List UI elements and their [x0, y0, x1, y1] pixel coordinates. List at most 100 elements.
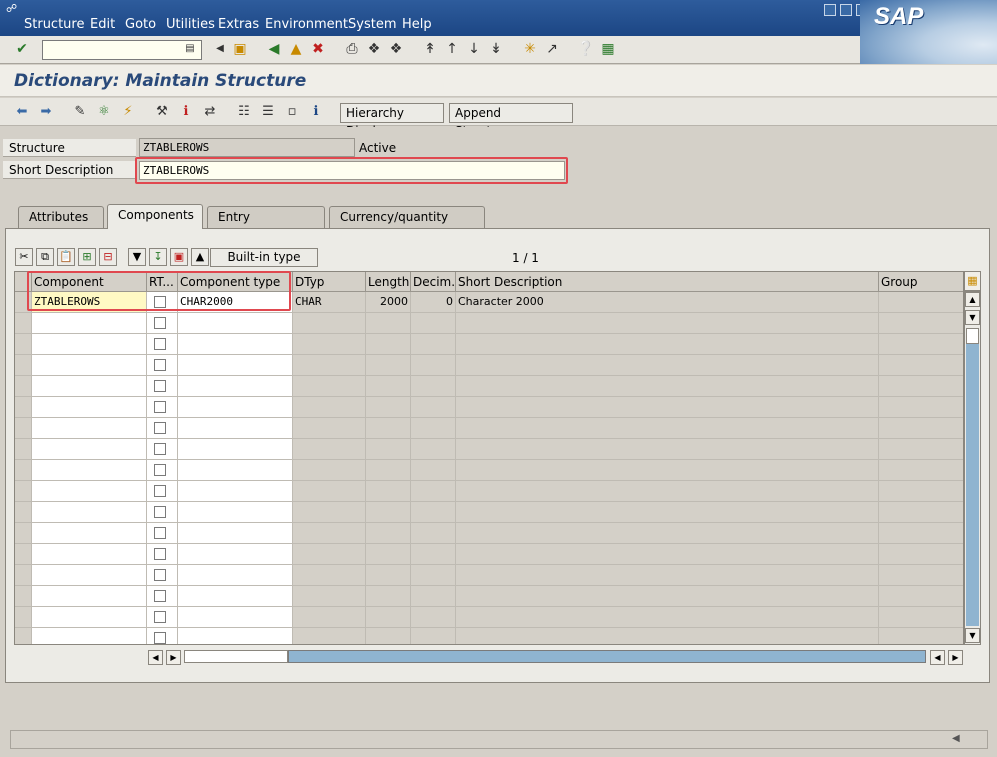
cell-component[interactable]: [32, 565, 147, 586]
scroll-thumb[interactable]: [966, 328, 979, 344]
structure-icon[interactable]: ☰: [258, 102, 278, 122]
tab-attributes[interactable]: Attributes: [18, 206, 104, 228]
cell-component[interactable]: [32, 439, 147, 460]
check-icon[interactable]: ⚛: [94, 102, 114, 122]
command-field[interactable]: [42, 40, 202, 60]
menu-structure[interactable]: Structure: [24, 17, 84, 32]
object-list-icon[interactable]: ℹ: [176, 102, 196, 122]
menu-goto[interactable]: Goto: [125, 17, 156, 32]
cell-component[interactable]: [32, 607, 147, 628]
cell-component-type[interactable]: [178, 418, 293, 439]
cell-component-type[interactable]: [178, 607, 293, 628]
row-selector[interactable]: [15, 355, 32, 376]
enter-icon[interactable]: ✔: [12, 39, 32, 59]
rt-checkbox[interactable]: [154, 506, 166, 518]
scroll-up-button[interactable]: ▲: [965, 292, 980, 307]
rt-checkbox[interactable]: [154, 590, 166, 602]
expand-structure-icon[interactable]: ▣: [170, 248, 188, 266]
column-header-decimals[interactable]: Decim...: [411, 272, 456, 292]
tab-currency-quantity-fields[interactable]: Currency/quantity fields: [329, 206, 485, 244]
built-in-type-button[interactable]: Built-in type: [210, 248, 318, 267]
row-selector[interactable]: [15, 418, 32, 439]
find-icon[interactable]: ❖: [364, 39, 384, 59]
delete-row-icon[interactable]: ⊟: [99, 248, 117, 266]
column-header-short-description[interactable]: Short Description: [456, 272, 879, 292]
row-selector[interactable]: [15, 460, 32, 481]
column-header-dtyp[interactable]: DTyp: [293, 272, 366, 292]
layout-menu-icon[interactable]: ▦: [598, 39, 618, 59]
row-selector[interactable]: [15, 397, 32, 418]
hierarchy-icon[interactable]: ☷: [234, 102, 254, 122]
menu-utilities[interactable]: Utilities: [166, 17, 215, 32]
cell-component[interactable]: [32, 523, 147, 544]
row-selector[interactable]: [15, 313, 32, 334]
include-structure-icon[interactable]: ↧: [149, 248, 167, 266]
hierarchy-display-button[interactable]: Hierarchy Display: [340, 103, 444, 138]
exit-icon[interactable]: ▲: [286, 39, 306, 59]
where-used-icon[interactable]: ⚒: [152, 102, 172, 122]
column-header-group[interactable]: Group: [879, 272, 963, 292]
info-icon[interactable]: ℹ: [306, 102, 326, 122]
cell-component[interactable]: [32, 628, 147, 644]
next-page-icon[interactable]: ↓: [464, 39, 484, 59]
cell-component-type[interactable]: [178, 334, 293, 355]
rt-checkbox[interactable]: [154, 485, 166, 497]
cell-component-type[interactable]: [178, 586, 293, 607]
cell-component-type[interactable]: [178, 439, 293, 460]
vertical-scrollbar[interactable]: ▲ ▼ ▼: [964, 291, 981, 645]
row-selector[interactable]: [15, 565, 32, 586]
save-icon[interactable]: ▣: [230, 39, 250, 59]
cell-component-type[interactable]: [178, 502, 293, 523]
window-menu-icon[interactable]: ☍: [6, 2, 17, 15]
hscroll-thumb[interactable]: [184, 650, 288, 663]
tab-components[interactable]: Components: [107, 204, 203, 229]
minimize-button[interactable]: [824, 4, 836, 16]
cell-component-type[interactable]: [178, 544, 293, 565]
paste-icon[interactable]: 📋: [57, 248, 75, 266]
tab-entry-help-check[interactable]: Entry help/check: [207, 206, 325, 244]
menu-help[interactable]: Help: [402, 17, 432, 32]
maximize-button[interactable]: [840, 4, 852, 16]
nav-back-small-icon[interactable]: ◀: [210, 39, 230, 59]
scroll-down-button[interactable]: ▼: [965, 628, 980, 643]
cell-component-type[interactable]: [178, 313, 293, 334]
last-page-icon[interactable]: ↡: [486, 39, 506, 59]
hscroll-track[interactable]: [288, 650, 926, 663]
hscroll-left-button-2[interactable]: ◀: [930, 650, 945, 665]
row-selector[interactable]: [15, 586, 32, 607]
cell-component-type[interactable]: [178, 523, 293, 544]
previous-page-icon[interactable]: ↑: [442, 39, 462, 59]
cell-component[interactable]: [32, 481, 147, 502]
window-icon[interactable]: ▫: [282, 102, 302, 122]
cell-component-type[interactable]: [178, 460, 293, 481]
menu-environment[interactable]: Environment: [265, 17, 348, 32]
rt-checkbox[interactable]: [154, 464, 166, 476]
cut-icon[interactable]: ✂: [15, 248, 33, 266]
filter-icon[interactable]: ▼: [128, 248, 146, 266]
create-session-icon[interactable]: ✳: [520, 39, 540, 59]
rt-checkbox[interactable]: [154, 317, 166, 329]
row-selector[interactable]: [15, 628, 32, 644]
cell-component[interactable]: [32, 397, 147, 418]
cell-component[interactable]: [32, 418, 147, 439]
back-icon[interactable]: ◀: [264, 39, 284, 59]
first-page-icon[interactable]: ↟: [420, 39, 440, 59]
row-selector[interactable]: [15, 544, 32, 565]
cell-component[interactable]: [32, 376, 147, 397]
cell-component-type[interactable]: [178, 397, 293, 418]
cell-component-type[interactable]: [178, 481, 293, 502]
cell-component[interactable]: [32, 334, 147, 355]
scroll-down-small-button[interactable]: ▼: [965, 310, 980, 325]
cell-component-type[interactable]: [178, 628, 293, 644]
display-change-icon[interactable]: ✎: [70, 102, 90, 122]
rt-checkbox[interactable]: [154, 380, 166, 392]
cell-component[interactable]: [32, 544, 147, 565]
rt-checkbox[interactable]: [154, 632, 166, 644]
collapse-icon[interactable]: ▲: [191, 248, 209, 266]
find-next-icon[interactable]: ❖: [386, 39, 406, 59]
hscroll-right-button-2[interactable]: ▶: [948, 650, 963, 665]
hscroll-left-button[interactable]: ◀: [148, 650, 163, 665]
command-history-icon[interactable]: ▤: [180, 39, 200, 59]
cell-component[interactable]: [32, 460, 147, 481]
row-selector[interactable]: [15, 439, 32, 460]
